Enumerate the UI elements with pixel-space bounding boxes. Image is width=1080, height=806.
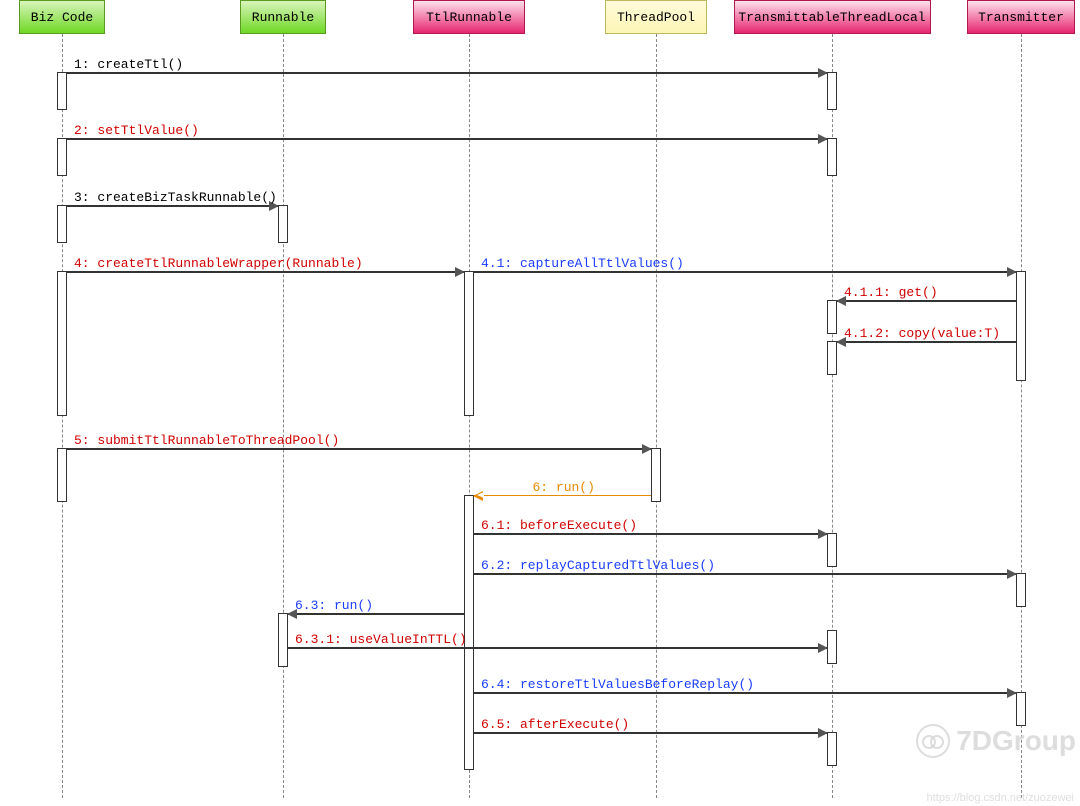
message-arrow — [837, 341, 1016, 343]
message-label: 6.5: afterExecute() — [481, 717, 629, 732]
activation-bar — [827, 533, 837, 567]
participant-label: Biz Code — [31, 10, 93, 25]
activation-bar — [57, 72, 67, 110]
arrowhead-right-icon — [818, 68, 828, 78]
arrowhead-right-icon — [818, 134, 828, 144]
activation-bar — [57, 448, 67, 502]
message-arrow — [474, 271, 1016, 273]
arrowhead-right-icon — [818, 728, 828, 738]
arrowhead-right-icon — [1007, 267, 1017, 277]
message-arrow — [474, 732, 827, 734]
participant-box: TtlRunnable — [413, 0, 525, 34]
message-label: 6.3: run() — [295, 598, 373, 613]
activation-bar — [278, 613, 288, 667]
message-label: 1: createTtl() — [74, 57, 183, 72]
participant-label: TtlRunnable — [426, 10, 512, 25]
sequence-diagram: Biz Code Runnable TtlRunnable ThreadPool Tra… — [0, 0, 1080, 806]
watermark-label: 7DGroup — [956, 725, 1076, 757]
arrowhead-right-icon — [818, 643, 828, 653]
message-label: 4.1.1: get() — [844, 285, 938, 300]
message-label: 5: submitTtlRunnableToThreadPool() — [74, 433, 339, 448]
participant-label: Transmitter — [978, 10, 1064, 25]
message-arrow — [474, 573, 1016, 575]
message-label: 2: setTtlValue() — [74, 123, 199, 138]
participant-box: ThreadPool — [605, 0, 707, 34]
message-label: 6: run() — [533, 480, 595, 495]
lifeline — [283, 34, 284, 798]
activation-bar — [827, 72, 837, 110]
participant-label: ThreadPool — [617, 10, 695, 25]
message-label: 6.2: replayCapturedTtlValues() — [481, 558, 715, 573]
message-label: 3: createBizTaskRunnable() — [74, 190, 277, 205]
arrowhead-right-icon — [455, 267, 465, 277]
activation-bar — [827, 732, 837, 766]
message-label: 4: createTtlRunnableWrapper(Runnable) — [74, 256, 363, 271]
message-arrow — [288, 613, 464, 615]
activation-bar — [827, 630, 837, 664]
watermark-logo: 7DGroup — [916, 724, 1076, 758]
message-arrow — [474, 495, 651, 496]
message-label: 4.1.2: copy(value:T) — [844, 326, 1000, 341]
watermark-url: https://blog.csdn.net/zuozewei — [927, 792, 1074, 804]
message-arrow — [474, 533, 827, 535]
message-label: 4.1: captureAllTtlValues() — [481, 256, 684, 271]
activation-bar — [464, 271, 474, 416]
arrowhead-right-icon — [1007, 569, 1017, 579]
message-label: 6.4: restoreTtlValuesBeforeReplay() — [481, 677, 754, 692]
message-arrow — [67, 448, 651, 450]
activation-bar — [827, 138, 837, 176]
activation-bar — [1016, 573, 1026, 607]
message-arrow — [837, 300, 1016, 302]
message-arrow — [67, 205, 278, 207]
message-arrow — [67, 271, 464, 273]
lifeline — [1021, 34, 1022, 798]
arrowhead-right-icon — [1007, 688, 1017, 698]
participant-box: TransmittableThreadLocal — [734, 0, 931, 34]
participant-box: Biz Code — [19, 0, 105, 34]
activation-bar — [57, 138, 67, 176]
activation-bar — [278, 205, 288, 243]
message-arrow — [474, 692, 1016, 694]
activation-bar — [1016, 271, 1026, 381]
activation-bar — [57, 205, 67, 243]
arrowhead-right-icon — [642, 444, 652, 454]
participant-label: TransmittableThreadLocal — [738, 10, 925, 25]
message-label: 6.1: beforeExecute() — [481, 518, 637, 533]
participant-box: Runnable — [240, 0, 326, 34]
message-label: 6.3.1: useValueInTTL() — [295, 632, 467, 647]
activation-bar — [57, 271, 67, 416]
activation-bar — [1016, 692, 1026, 726]
message-arrow — [288, 647, 827, 649]
participant-box: Transmitter — [967, 0, 1075, 34]
participant-label: Runnable — [252, 10, 314, 25]
message-arrow — [67, 72, 827, 74]
activation-bar — [651, 448, 661, 502]
message-arrow — [67, 138, 827, 140]
arrowhead-right-icon — [818, 529, 828, 539]
